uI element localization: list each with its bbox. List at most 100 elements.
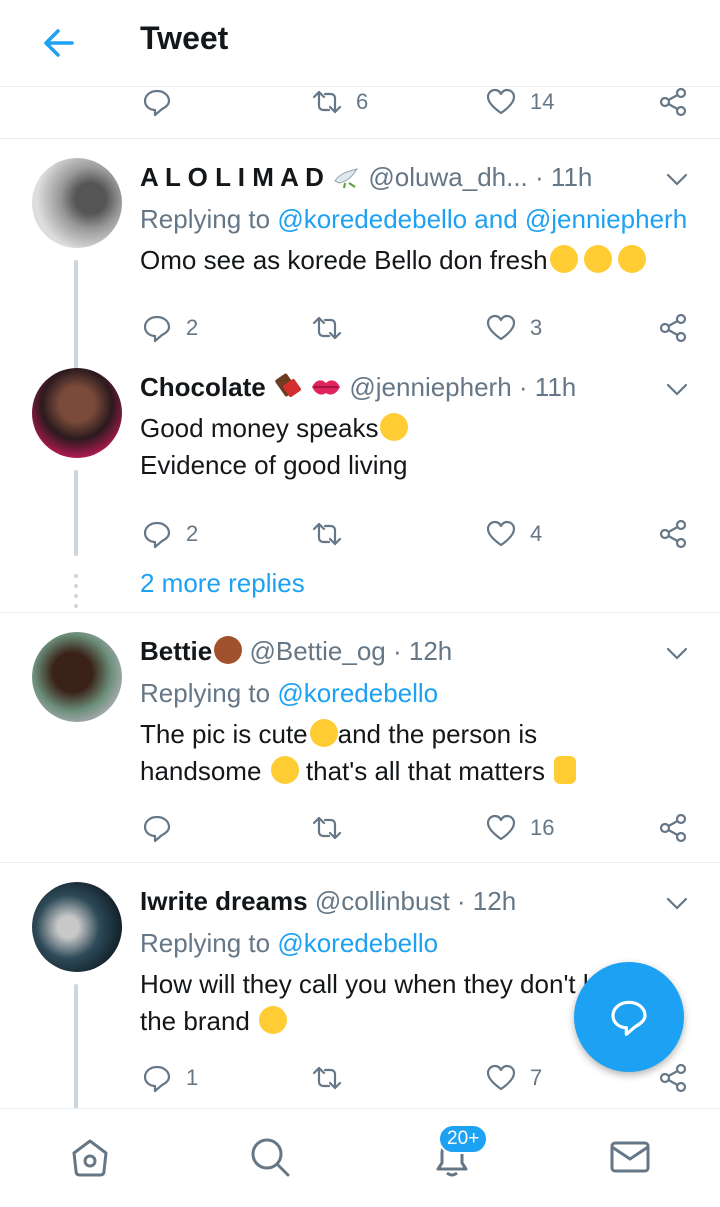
kiss-mark-emoji-icon xyxy=(310,374,342,396)
like-button[interactable]: 4 xyxy=(486,514,542,554)
top-bar: Tweet xyxy=(0,0,720,87)
avatar[interactable] xyxy=(32,632,122,722)
reply-icon xyxy=(143,315,171,343)
tweet-time: · 11h xyxy=(518,372,577,402)
chevron-down-icon[interactable] xyxy=(664,166,690,192)
chevron-down-icon[interactable] xyxy=(664,890,690,916)
bottom-navigation xyxy=(0,1108,720,1207)
retweet-icon xyxy=(312,316,342,340)
mention-link[interactable]: @koredebello xyxy=(277,928,438,958)
page-title: Tweet xyxy=(140,20,229,56)
tweet-text: The pic is cute and the person is handsom… xyxy=(140,716,577,790)
share-button[interactable] xyxy=(658,1058,688,1098)
like-button[interactable]: 7 xyxy=(486,1058,542,1098)
like-icon xyxy=(486,520,516,547)
retweet-button[interactable] xyxy=(312,514,342,554)
user-handle: @jenniepherh xyxy=(349,372,512,402)
tweet-text: How will they call you when they don't k… xyxy=(140,969,644,1036)
thread-dots xyxy=(74,574,78,614)
tweet-actions: 16 xyxy=(0,808,720,848)
more-replies-link[interactable]: 2 more replies xyxy=(140,568,305,599)
user-handle: @oluwa_dh... xyxy=(368,162,528,192)
flushed-emoji-icon xyxy=(617,245,646,273)
hugging-emoji-icon xyxy=(309,719,338,747)
share-icon xyxy=(659,313,687,343)
reply-tweet[interactable]: Chocolate @jenniepherh · 11h Good money … xyxy=(0,368,720,608)
reply-button[interactable] xyxy=(142,808,172,848)
chevron-down-icon[interactable] xyxy=(664,376,690,402)
like-icon xyxy=(486,814,516,841)
like-count: 16 xyxy=(530,815,555,840)
reply-button[interactable] xyxy=(142,86,172,122)
retweet-icon xyxy=(312,1066,342,1090)
compose-reply-button[interactable] xyxy=(574,962,684,1072)
share-icon xyxy=(659,87,687,117)
display-name[interactable]: Bettie xyxy=(140,636,212,666)
mention-link[interactable]: @koredebello xyxy=(277,678,438,708)
reply-button[interactable]: 2 xyxy=(142,308,198,348)
avatar[interactable] xyxy=(32,368,122,458)
dove-emoji-icon xyxy=(331,165,361,189)
retweet-button[interactable] xyxy=(312,808,342,848)
tweet-time: · 11h xyxy=(535,162,593,192)
replying-to: Replying to @koredebello xyxy=(140,928,439,958)
reply-count: 1 xyxy=(186,1065,199,1090)
retweet-button[interactable]: 6 xyxy=(312,86,368,122)
like-count: 4 xyxy=(530,521,543,546)
back-arrow-icon[interactable] xyxy=(38,22,80,64)
mention-link[interactable]: @korededebello and @jenniepherh xyxy=(277,204,687,234)
retweet-icon xyxy=(312,90,342,114)
share-button[interactable] xyxy=(658,86,688,122)
retweet-icon xyxy=(312,522,342,546)
like-count: 7 xyxy=(530,1065,543,1090)
tweet-header: Chocolate @jenniepherh · 11h xyxy=(140,372,576,403)
kissing-heart-emoji-icon xyxy=(270,756,299,784)
victory-hand-emoji-icon xyxy=(554,756,577,784)
tweet-time: · 12h xyxy=(456,886,517,916)
grinning-emoji-icon xyxy=(380,413,409,441)
avatar[interactable] xyxy=(32,158,122,248)
like-button[interactable]: 14 xyxy=(486,86,554,122)
reply-count: 2 xyxy=(186,315,199,340)
conversation-list[interactable]: 6 14 A L O L I M A D @oluwa_dh... · 11h … xyxy=(0,86,720,1108)
divider xyxy=(0,862,720,863)
tweet-header: A L O L I M A D @oluwa_dh... · 11h xyxy=(140,162,592,193)
tweet-actions: 2 3 xyxy=(0,308,720,348)
retweet-count: 6 xyxy=(356,89,369,114)
user-handle: @Bettie_og xyxy=(249,636,386,666)
reply-count: 2 xyxy=(186,521,199,546)
chevron-down-icon[interactable] xyxy=(664,640,690,666)
reply-tweet[interactable]: Bettie @Bettie_og · 12h Replying to @kor… xyxy=(0,632,720,862)
reply-button[interactable]: 1 xyxy=(142,1058,198,1098)
reply-icon xyxy=(143,815,171,843)
retweet-button[interactable] xyxy=(312,1058,342,1098)
like-icon xyxy=(486,314,516,341)
like-count: 14 xyxy=(530,89,555,114)
messages-icon[interactable] xyxy=(608,1135,652,1179)
home-icon[interactable] xyxy=(68,1135,112,1179)
replying-to: Replying to @korededebello and @jennieph… xyxy=(140,204,688,234)
share-button[interactable] xyxy=(658,308,688,348)
tweet-text: Good money speaks Evidence of good livin… xyxy=(140,413,409,480)
user-handle: @collinbust xyxy=(314,886,450,916)
share-icon xyxy=(659,1063,687,1093)
like-button[interactable]: 16 xyxy=(486,808,554,848)
tweet-header: Bettie @Bettie_og · 12h xyxy=(140,636,452,667)
replying-to: Replying to @koredebello xyxy=(140,678,439,708)
compose-reply-icon xyxy=(611,1000,647,1036)
share-button[interactable] xyxy=(658,808,688,848)
reply-button[interactable]: 2 xyxy=(142,514,198,554)
tweet-header: Iwrite dreams @collinbust · 12h xyxy=(140,886,516,917)
divider xyxy=(0,612,720,613)
like-button[interactable]: 3 xyxy=(486,308,542,348)
retweet-button[interactable] xyxy=(312,308,342,348)
share-button[interactable] xyxy=(658,514,688,554)
tweet-actions: 2 4 xyxy=(0,514,720,554)
avatar[interactable] xyxy=(32,882,122,972)
display-name[interactable]: Chocolate xyxy=(140,372,266,402)
woman-emoji-icon xyxy=(214,636,243,664)
like-icon xyxy=(486,1064,516,1091)
display-name[interactable]: Iwrite dreams xyxy=(140,886,308,916)
display-name[interactable]: A L O L I M A D xyxy=(140,162,324,192)
search-icon[interactable] xyxy=(248,1135,292,1179)
